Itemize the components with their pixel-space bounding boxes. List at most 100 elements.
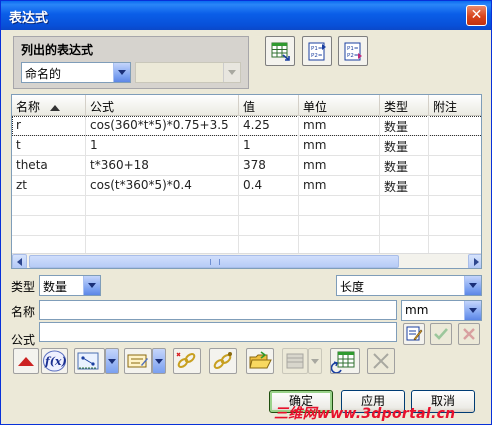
list-expressions-arrow-button[interactable]: P1= P2= (338, 36, 368, 66)
cell-name: zt (12, 176, 86, 196)
cell-formula: 1 (86, 136, 239, 156)
cell-type: 数量 (380, 136, 429, 156)
cell-unit: mm (299, 136, 380, 156)
name-label: 名称 (11, 305, 36, 319)
chevron-down-icon (83, 276, 100, 295)
create-link-button[interactable] (173, 348, 201, 374)
scroll-left-button[interactable] (12, 254, 27, 268)
close-button[interactable]: ✕ (466, 5, 487, 26)
folder-open-icon (249, 351, 272, 369)
expressions-dialog: 表达式 ✕ 列出的表达式 命名的 P1= P2= P1= P2= 名称 公式 值… (0, 0, 492, 425)
type-label: 类型 (11, 280, 36, 294)
edit-icon (406, 326, 423, 341)
type-select[interactable]: 数量 (39, 275, 101, 296)
column-header-value[interactable]: 值 (239, 95, 299, 116)
cell-formula: cos(360*t*5)*0.75+3.5 (86, 116, 239, 136)
table-row[interactable]: t 1 1 mm 数量 (12, 136, 481, 156)
cell-name: theta (12, 156, 86, 176)
type-select-value: 数量 (43, 280, 68, 294)
spreadsheet-icon (271, 42, 290, 61)
column-header-note[interactable]: 附注 (429, 95, 481, 116)
filter-select-value: 命名的 (25, 67, 62, 81)
cell-name: r (12, 116, 86, 136)
filter-select[interactable]: 命名的 (21, 62, 131, 83)
empty-cell (380, 216, 429, 236)
scroll-right-button[interactable] (468, 254, 481, 268)
cell-name: t (12, 136, 86, 156)
name-input[interactable] (39, 300, 397, 320)
move-up-button[interactable] (13, 348, 39, 374)
reject-formula-button[interactable] (458, 323, 480, 345)
expressions-table[interactable]: 名称 公式 值 单位 类型 附注 r cos(360*t*5)*0.75+3.5… (11, 94, 482, 269)
spreadsheet-import-icon (330, 351, 355, 374)
table-row-empty (12, 196, 481, 216)
column-header-formula[interactable]: 公式 (86, 95, 239, 116)
column-header-name-label: 名称 (16, 100, 41, 114)
formula-input[interactable] (39, 322, 397, 342)
column-header-type[interactable]: 类型 (380, 95, 429, 116)
empty-cell (86, 216, 239, 236)
formula-label: 公式 (11, 333, 36, 347)
horizontal-scrollbar[interactable] (12, 253, 481, 268)
accept-formula-button[interactable] (430, 323, 452, 345)
window-title: 表达式 (9, 11, 49, 26)
property-button[interactable] (124, 348, 152, 374)
list-expressions-icon: P1= P2= (308, 42, 326, 61)
secondary-filter-select[interactable] (135, 62, 241, 83)
svg-text:P2=: P2= (311, 53, 323, 59)
fx-label: f(x) (44, 355, 67, 368)
svg-text:P1=: P1= (311, 46, 323, 52)
listed-expressions-group: 列出的表达式 命名的 (13, 36, 249, 89)
table-row[interactable]: r cos(360*t*5)*0.75+3.5 4.25 mm 数量 (12, 116, 481, 136)
sort-ascending-icon (50, 104, 61, 111)
list-expressions-arrow-icon: P1= P2= (344, 42, 362, 61)
cell-value: 378 (239, 156, 299, 176)
watermark: 三维网www.3dportal.cn (274, 406, 456, 422)
empty-cell (239, 216, 299, 236)
functions-button[interactable]: f(x) (41, 348, 68, 374)
measure-button[interactable] (74, 348, 105, 374)
table-row[interactable]: zt cos(t*360*5)*0.4 0.4 mm 数量 (12, 176, 481, 196)
disabled-grid-button[interactable] (282, 348, 308, 374)
list-expressions-button[interactable]: P1= P2= (302, 36, 332, 66)
cell-value: 1 (239, 136, 299, 156)
empty-cell (299, 196, 380, 216)
cell-formula: cos(t*360*5)*0.4 (86, 176, 239, 196)
property-dropdown[interactable] (152, 348, 166, 374)
cell-value: 4.25 (239, 116, 299, 136)
cell-note (429, 156, 481, 176)
chevron-down-icon (113, 63, 130, 82)
table-row[interactable]: theta t*360+18 378 mm 数量 (12, 156, 481, 176)
measure-dropdown[interactable] (105, 348, 119, 374)
scroll-thumb[interactable] (29, 255, 399, 268)
empty-cell (12, 216, 86, 236)
import-spreadsheet-button[interactable] (330, 348, 360, 374)
grid-disabled-icon (286, 353, 304, 369)
unit-select[interactable]: mm (401, 300, 482, 321)
edit-formula-button[interactable] (403, 323, 425, 345)
dimension-select[interactable]: 长度 (336, 275, 482, 296)
chevron-down-icon (155, 359, 163, 364)
property-icon (127, 354, 148, 368)
column-header-name[interactable]: 名称 (12, 95, 86, 116)
cell-note (429, 116, 481, 136)
measure-distance-icon (77, 352, 99, 370)
open-file-button[interactable] (246, 348, 274, 374)
export-to-spreadsheet-button[interactable] (265, 36, 295, 66)
edit-link-button[interactable] (209, 348, 237, 374)
cell-unit: mm (299, 116, 380, 136)
cell-unit: mm (299, 156, 380, 176)
empty-cell (12, 196, 86, 216)
empty-cell (299, 216, 380, 236)
disabled-grid-dropdown[interactable] (308, 348, 322, 374)
svg-text:P1=: P1= (347, 46, 359, 52)
empty-cell (86, 196, 239, 216)
empty-cell (380, 196, 429, 216)
svg-text:P2=: P2= (347, 53, 359, 59)
column-header-unit[interactable]: 单位 (299, 95, 380, 116)
table-row-empty (12, 216, 481, 236)
delete-button[interactable] (367, 348, 395, 374)
dimension-select-value: 长度 (340, 280, 365, 294)
triangle-up-icon (18, 357, 34, 366)
cell-unit: mm (299, 176, 380, 196)
